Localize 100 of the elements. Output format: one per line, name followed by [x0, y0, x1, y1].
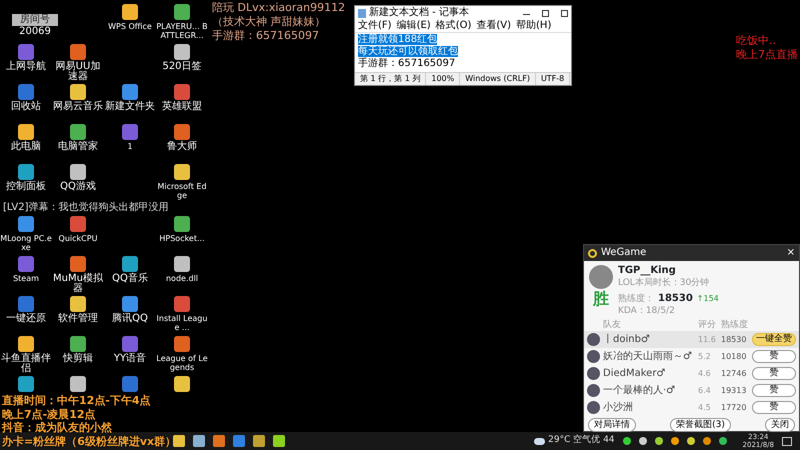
room-number: 20069 — [18, 26, 52, 38]
status-text: Windows (CRLF) — [460, 73, 536, 85]
like-button[interactable]: 赞 — [752, 367, 796, 380]
icon-label: 斗鱼直播伴侣 — [0, 354, 52, 374]
icon-label: WPS Office — [108, 22, 152, 31]
like-button[interactable]: 赞 — [752, 384, 796, 397]
proficiency-text: 17720 — [721, 402, 748, 414]
app-icon[interactable] — [18, 376, 34, 392]
like-button[interactable]: 赞 — [752, 401, 796, 414]
overlay-text: 手游群：657165097 — [212, 29, 319, 43]
player-name: 丨doinb♂ — [603, 334, 651, 346]
overlay-text: 办卡=粉丝牌（6级粉丝牌进vx群） — [2, 434, 176, 448]
icon-label: Microsoft Edge — [156, 182, 208, 200]
icon-label: 回收站 — [11, 102, 41, 112]
overlay-text: 陪玩 DLvx:xiaoran99112 — [212, 1, 346, 15]
overlay-text: （技术大神 声甜妹妹） — [212, 15, 326, 29]
app-icon[interactable] — [174, 4, 190, 20]
menu-item[interactable]: 格式(O) — [436, 20, 472, 32]
app-icon[interactable] — [18, 216, 34, 232]
score-text: 5.2 — [698, 350, 712, 362]
footer-button[interactable]: 关闭 — [765, 418, 795, 432]
maximize-icon[interactable] — [542, 10, 549, 16]
player-row[interactable]: DiedMaker♂ 4.6 12746 赞 — [584, 365, 799, 382]
footer-button[interactable]: 荣誉截图(3) — [670, 418, 731, 432]
icon-label: MuMu模拟器 — [52, 274, 104, 294]
icon-label: QQ游戏 — [60, 182, 96, 192]
app-icon[interactable] — [70, 376, 86, 392]
overlay-text: 吃饭中.. — [736, 34, 777, 48]
status-text: 第 1 行，第 1 列 — [355, 73, 426, 85]
app-icon[interactable] — [122, 296, 138, 312]
icon-label: QQ音乐 — [112, 274, 148, 284]
icon-label: YY语音 — [114, 354, 146, 364]
app-icon[interactable] — [70, 336, 86, 352]
close-button[interactable]: × — [786, 247, 795, 259]
app-icon[interactable] — [70, 164, 86, 180]
notification-icon[interactable] — [782, 436, 792, 446]
icon-label: 网易UU加速器 — [54, 62, 102, 82]
proficiency-text: 18530 — [721, 334, 748, 346]
overlay-text: 晚上7点-凌晨12点 — [2, 408, 97, 421]
menu-item[interactable]: 文件(F) — [358, 20, 392, 32]
like-button[interactable]: 一键全赞 — [752, 333, 796, 346]
app-icon[interactable] — [18, 164, 34, 180]
app-icon[interactable] — [174, 336, 190, 352]
icon-label: 上网导航 — [6, 62, 46, 72]
result-text: 胜 — [593, 289, 609, 309]
player-row[interactable]: 丨doinb♂ 11.6 18530 一键全赞 — [584, 331, 799, 348]
user-name: TGP__King — [618, 265, 677, 277]
app-icon[interactable] — [174, 256, 190, 272]
icon-label: 快剪辑 — [63, 354, 93, 364]
icon-label: 一键还原 — [6, 314, 46, 324]
kda-text: KDA：18/5/2 — [618, 305, 676, 317]
avatar — [587, 350, 600, 363]
icon-label: Install League ... — [156, 314, 208, 332]
avatar — [587, 401, 600, 414]
icon-label: 鲁大师 — [167, 142, 197, 152]
icon-label: node.dll — [166, 274, 198, 283]
menu-item[interactable]: 帮助(H) — [516, 20, 552, 32]
avatar — [587, 333, 600, 346]
app-icon[interactable] — [174, 216, 190, 232]
footer-button[interactable]: 对局详情 — [588, 418, 636, 432]
app-icon[interactable] — [174, 84, 190, 100]
app-icon[interactable] — [122, 256, 138, 272]
stat-delta: ↑154 — [696, 293, 719, 305]
menu-item[interactable]: 查看(V) — [476, 20, 512, 32]
like-button[interactable]: 赞 — [752, 350, 796, 363]
notepad-icon — [358, 8, 366, 18]
app-icon[interactable] — [70, 216, 86, 232]
overlay-text: 直播时间：中午12点-下午4点 — [2, 394, 152, 408]
icon-label: 英雄联盟 — [162, 102, 202, 112]
app-icon[interactable] — [70, 124, 86, 140]
score-text: 6.4 — [698, 384, 712, 396]
score-text: 4.6 — [698, 368, 712, 380]
player-row[interactable]: 妖冶的天山雨雨～♂ 5.2 10180 赞 — [584, 348, 799, 365]
app-icon[interactable] — [174, 124, 190, 140]
weather-text: 29°C 空气优 44 — [548, 434, 615, 448]
app-icon[interactable] — [174, 44, 190, 60]
app-icon[interactable] — [70, 84, 86, 100]
player-row[interactable]: 小沙洲 4.5 17720 赞 — [584, 399, 799, 416]
app-icon[interactable] — [70, 44, 86, 60]
icon-label: MLoong PC.exe — [0, 234, 52, 252]
score-text: 4.5 — [698, 402, 712, 414]
icon-label: 网易云音乐 — [53, 102, 103, 112]
icon-label: 1 — [127, 142, 133, 151]
danmaku-text: [LV2]弹幕：我也觉得狗头出都甲没用 — [2, 202, 170, 214]
avatar — [587, 367, 600, 380]
app-icon[interactable] — [122, 84, 138, 100]
minimize-icon[interactable] — [523, 11, 530, 15]
app-icon[interactable] — [70, 256, 86, 272]
app-icon[interactable] — [174, 164, 190, 180]
app-icon[interactable] — [174, 296, 190, 312]
player-row[interactable]: 一个最棒的人·♂ 6.4 19313 赞 — [584, 382, 799, 399]
app-icon[interactable] — [18, 124, 34, 140]
icon-label: PLAYERU... BATTLEGR... — [156, 22, 208, 40]
app-icon[interactable] — [122, 4, 138, 20]
app-icon[interactable] — [70, 296, 86, 312]
status-text: UTF-8 — [536, 73, 570, 85]
app-icon[interactable] — [18, 336, 34, 352]
menu-item[interactable]: 编辑(E) — [396, 20, 431, 32]
proficiency-text: 12746 — [721, 368, 748, 380]
app-icon[interactable] — [174, 376, 190, 392]
